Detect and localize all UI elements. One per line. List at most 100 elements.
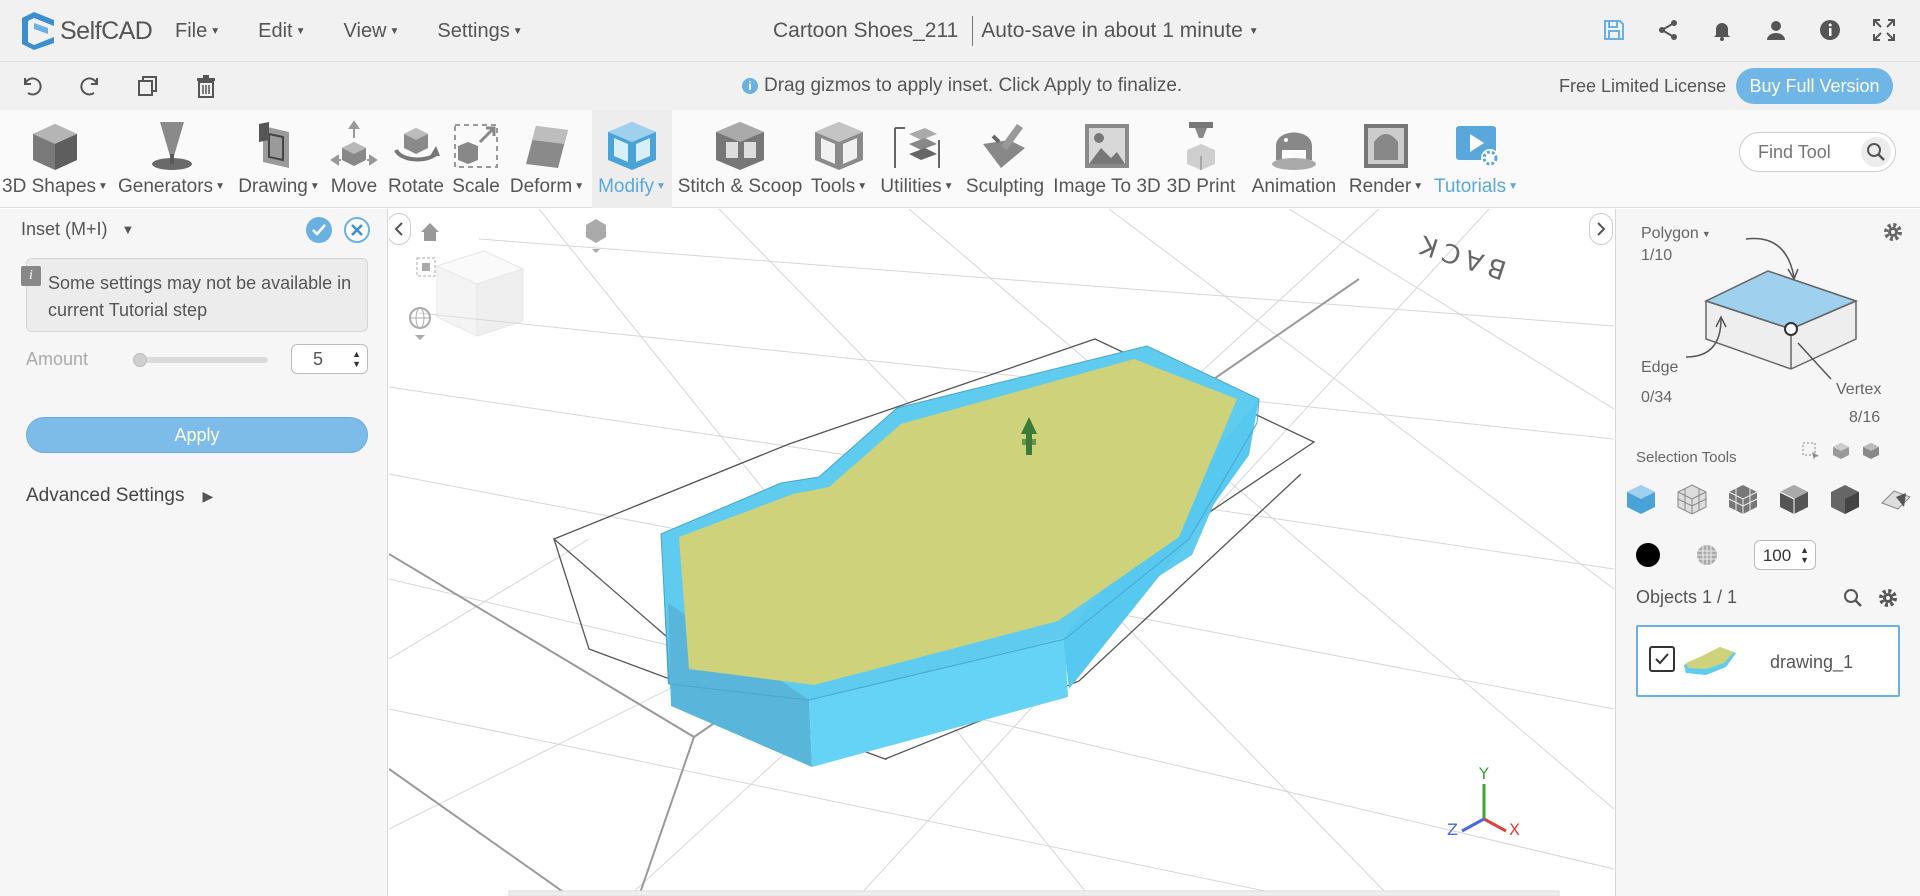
timeline-strip <box>508 890 1560 896</box>
tool-render[interactable]: Render ▼ <box>1346 110 1426 208</box>
back-label-group: BACK <box>1411 227 1510 285</box>
tool-drawing[interactable]: Drawing ▼ <box>234 110 324 208</box>
edge-label[interactable]: Edge <box>1641 359 1678 377</box>
select-all-icon[interactable] <box>1862 442 1880 460</box>
tool-generators[interactable]: Generators ▼ <box>115 110 228 208</box>
menu-settings[interactable]: Settings ▼ <box>437 20 522 43</box>
opacity-input-box: ▲▼ <box>1754 540 1816 570</box>
stepper-down-icon[interactable]: ▼ <box>352 359 361 369</box>
tool-scale[interactable]: Scale <box>448 110 504 208</box>
chevron-left-icon <box>394 222 403 236</box>
search-icon[interactable] <box>1843 588 1863 608</box>
top-bar: SelfCAD File ▼ Edit ▼ View ▼ Settings ▼ Cart… <box>0 0 1920 62</box>
amount-slider-handle[interactable] <box>133 353 147 367</box>
tool-3d-shapes[interactable]: 3D Shapes ▼ <box>0 110 110 208</box>
chevron-down-icon: ▼ <box>857 181 868 193</box>
amount-input[interactable] <box>292 349 344 370</box>
opacity-input[interactable] <box>1759 546 1795 566</box>
tool-stitch-scoop[interactable]: Stitch & Scoop <box>674 110 806 208</box>
stepper-up-icon[interactable]: ▲ <box>1800 545 1809 555</box>
tool-tools[interactable]: Tools ▼ <box>808 110 870 208</box>
save-icon[interactable] <box>1602 18 1626 42</box>
selfcad-logo[interactable]: SelfCAD <box>20 12 153 50</box>
selection-extra-tools <box>1802 442 1880 460</box>
copy-icon[interactable] <box>136 74 160 98</box>
panel-title[interactable]: Inset (M+I) ▼ <box>21 219 134 240</box>
scale-icon <box>454 124 498 168</box>
select-wireframe-icon[interactable] <box>1676 483 1708 515</box>
tool-sculpting[interactable]: Sculpting <box>962 110 1048 208</box>
tool-label: Sculpting <box>965 176 1045 197</box>
autosave-status[interactable]: Auto-save in about 1 minute ▼ <box>981 19 1258 46</box>
stepper-up-icon[interactable]: ▲ <box>352 349 361 359</box>
select-object-icon[interactable] <box>1625 483 1657 515</box>
redo-icon[interactable] <box>78 74 102 98</box>
find-tool-input[interactable] <box>1758 142 1858 163</box>
advanced-settings-toggle[interactable]: Advanced Settings ▶ <box>26 485 213 507</box>
menu-file[interactable]: File ▼ <box>175 20 220 43</box>
material-texture-icon[interactable] <box>1695 543 1719 567</box>
apply-button[interactable]: Apply <box>26 417 368 453</box>
tool-animation[interactable]: Animation <box>1240 110 1348 208</box>
tool-deform[interactable]: Deform ▼ <box>506 110 588 208</box>
tool-label: Rotate <box>388 176 444 197</box>
settings-gear-icon[interactable] <box>1882 221 1904 243</box>
amount-input-box: ▲▼ <box>291 344 368 374</box>
tool-rotate[interactable]: Rotate <box>384 110 448 208</box>
object-visibility-checkbox[interactable] <box>1649 646 1675 672</box>
selection-mode-cube[interactable] <box>1676 229 1876 389</box>
vertex-label[interactable]: Vertex <box>1836 381 1881 399</box>
zoom-fit-icon[interactable] <box>416 257 436 277</box>
tool-move[interactable]: Move <box>326 110 382 208</box>
tool-utilities[interactable]: Utilities ▼ <box>874 110 960 208</box>
select-solid-icon[interactable] <box>1778 483 1810 515</box>
color-swatch[interactable] <box>1636 543 1660 567</box>
tutorial-notice: i Some settings may not be available in … <box>21 258 368 332</box>
select-box-icon[interactable] <box>1802 442 1820 460</box>
find-tool-search <box>1739 132 1896 172</box>
tool-modify[interactable]: Modify ▼ <box>592 110 672 208</box>
opacity-stepper[interactable]: ▲ ▼ <box>1800 545 1809 565</box>
chevron-down-icon: ▼ <box>389 26 400 38</box>
tool-3d-print[interactable]: 3D Print <box>1164 110 1238 208</box>
info-icon[interactable] <box>1818 18 1842 42</box>
document-title[interactable]: Cartoon Shoes_211 <box>773 19 958 46</box>
tool-label: Deform <box>509 176 573 197</box>
menu-view[interactable]: View ▼ <box>344 20 400 43</box>
buy-full-version-button[interactable]: Buy Full Version <box>1736 68 1893 104</box>
cancel-button[interactable] <box>344 217 370 243</box>
stepper-down-icon[interactable]: ▼ <box>1800 555 1809 565</box>
trash-icon[interactable] <box>194 74 218 98</box>
menu-edit-label: Edit <box>258 20 293 42</box>
search-icon[interactable] <box>1861 137 1891 167</box>
select-grid-icon[interactable] <box>1727 483 1759 515</box>
user-icon[interactable] <box>1764 18 1788 42</box>
fullscreen-icon[interactable] <box>1872 18 1896 42</box>
view-cube[interactable] <box>435 250 525 337</box>
caret-right-icon: ▶ <box>202 487 214 504</box>
menu-settings-label: Settings <box>437 20 510 42</box>
select-connected-icon[interactable] <box>1832 442 1850 460</box>
tool-image-to-3d[interactable]: Image To 3D <box>1050 110 1164 208</box>
tool-tutorials[interactable]: Tutorials ▼ <box>1428 110 1524 208</box>
amount-slider[interactable] <box>133 353 268 367</box>
undo-icon[interactable] <box>20 74 44 98</box>
amount-stepper[interactable]: ▲ ▼ <box>352 349 361 369</box>
menu-edit[interactable]: Edit ▼ <box>258 20 305 43</box>
chevron-down-icon: ▼ <box>309 181 320 193</box>
3d-shape-drawing-1[interactable] <box>660 345 1260 767</box>
select-face-icon[interactable] <box>1829 483 1861 515</box>
3d-viewport[interactable]: BACK Y X Z <box>389 209 1614 896</box>
collapse-left-panel-button[interactable] <box>389 213 411 245</box>
viewport-canvas[interactable]: BACK Y X Z <box>389 209 1614 896</box>
confirm-button[interactable] <box>306 217 332 243</box>
share-icon[interactable] <box>1656 18 1680 42</box>
collapse-right-panel-button[interactable] <box>1589 213 1613 245</box>
bell-icon[interactable] <box>1710 18 1734 42</box>
objects-settings-gear-icon[interactable] <box>1877 587 1899 609</box>
home-icon[interactable] <box>421 223 439 241</box>
tool-hint-text: Drag gizmos to apply inset. Click Apply … <box>764 75 1183 96</box>
object-list-item[interactable]: drawing_1 <box>1636 625 1900 697</box>
select-plane-icon[interactable] <box>1880 483 1912 515</box>
cube-icon <box>33 124 77 170</box>
